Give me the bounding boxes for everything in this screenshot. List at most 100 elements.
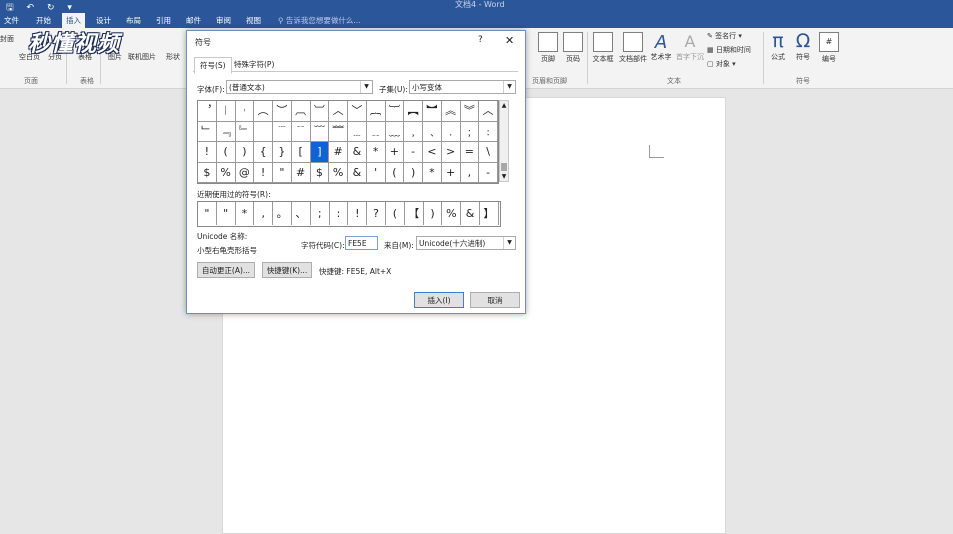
symbol-cell[interactable]: %	[216, 162, 236, 183]
autocorrect-button[interactable]: 自动更正(A)...	[197, 262, 255, 278]
symbol-cell[interactable]: >	[441, 142, 461, 163]
symbol-cell[interactable]: ﹄	[235, 121, 255, 142]
number-button[interactable]: # 编号	[819, 32, 839, 64]
object-button[interactable]: ▢ 对象 ▾	[707, 59, 736, 69]
recent-symbol-cell[interactable]: 】	[480, 202, 499, 225]
signature-line-button[interactable]: ✎ 签名行 ▾	[707, 31, 742, 41]
symbol-cell[interactable]: ︻	[404, 101, 423, 122]
symbol-cell[interactable]: ︺	[310, 101, 330, 122]
char-code-input[interactable]: FE5E	[345, 236, 378, 250]
page-number-button[interactable]: 页码	[563, 32, 583, 64]
symbol-button[interactable]: Ω 符号	[793, 30, 813, 62]
symbol-cell[interactable]: =	[460, 142, 480, 163]
symbol-cell[interactable]: ﹐	[404, 121, 423, 142]
symbol-cell[interactable]: ﹃	[216, 121, 236, 142]
recent-symbol-cell[interactable]: &	[461, 202, 480, 225]
symbol-cell[interactable]: $	[310, 162, 330, 183]
symbol-cell[interactable]: @	[235, 162, 255, 183]
symbol-cell[interactable]: "	[273, 162, 292, 183]
symbol-cell[interactable]: &	[348, 142, 367, 163]
subset-select[interactable]: 小写变体 ▼	[409, 80, 516, 94]
tab-layout[interactable]: 布局	[126, 15, 141, 26]
wordart-button[interactable]: A 艺术字	[649, 32, 673, 62]
symbol-cell[interactable]: *	[366, 142, 386, 163]
online-pictures-button[interactable]: 联机图片	[128, 52, 156, 62]
symbol-cell[interactable]: #	[329, 142, 348, 163]
insert-button[interactable]: 插入(I)	[414, 292, 464, 308]
tell-me-search[interactable]: ⚲ 告诉我您想要做什么...	[278, 15, 361, 26]
drop-cap-button[interactable]: A 首字下沉	[675, 32, 705, 62]
tab-special-characters[interactable]: 特殊字符(P)	[229, 57, 279, 72]
symbol-cell[interactable]: ︶	[273, 101, 292, 122]
symbol-cell[interactable]: ︲	[235, 101, 255, 122]
recent-symbol-cell[interactable]: %	[442, 202, 462, 225]
tab-references[interactable]: 引用	[156, 15, 171, 26]
symbol-cell[interactable]: \	[479, 142, 498, 163]
scroll-down-icon[interactable]: ▼	[500, 172, 508, 181]
symbol-cell[interactable]: ︵	[254, 101, 273, 122]
symbol-cell[interactable]: !	[254, 162, 273, 183]
symbol-cell[interactable]: ﹊	[291, 121, 311, 142]
recent-symbols[interactable]: " " *,。、;:!?(【)% &】	[197, 201, 501, 227]
symbol-cell[interactable]: <	[423, 142, 442, 163]
tab-file[interactable]: 文件	[4, 15, 19, 26]
from-select[interactable]: Unicode(十六进制) ▼	[416, 236, 516, 250]
text-box-button[interactable]: 文本框	[590, 32, 616, 64]
scroll-thumb[interactable]	[501, 163, 507, 171]
symbol-cell[interactable]: ,	[460, 162, 480, 183]
recent-symbol-cell[interactable]: 。	[273, 202, 292, 225]
symbol-grid-scrollbar[interactable]: ▲ ▼	[499, 100, 509, 182]
symbol-cell[interactable]: ︿	[479, 101, 498, 122]
symbol-cell[interactable]: ︱	[216, 101, 236, 122]
recent-symbol-cell[interactable]: :	[330, 202, 349, 225]
cover-page-button[interactable]: 封面	[0, 34, 14, 44]
symbol-cell[interactable]: $	[198, 162, 217, 183]
recent-symbol-cell[interactable]: !	[348, 202, 368, 225]
symbol-cell[interactable]: ︸	[385, 101, 405, 122]
symbol-cell[interactable]: ︷	[366, 101, 386, 122]
symbol-cell[interactable]: {	[254, 142, 273, 163]
tab-mailings[interactable]: 邮件	[186, 15, 201, 26]
recent-symbol-cell[interactable]: ;	[311, 202, 330, 225]
symbol-cell[interactable]: !	[198, 142, 217, 163]
symbol-cell[interactable]: )	[235, 142, 255, 163]
recent-symbol-cell[interactable]: )	[424, 202, 443, 225]
symbol-cell[interactable]: ﹂	[198, 121, 217, 142]
symbol-cell[interactable]: ︼	[423, 101, 442, 122]
tab-review[interactable]: 审阅	[216, 15, 231, 26]
recent-symbol-cell[interactable]: "	[198, 202, 217, 225]
font-select[interactable]: (普通文本) ▼	[226, 80, 373, 94]
recent-symbol-cell[interactable]: *	[236, 202, 255, 225]
footer-button[interactable]: 页脚	[538, 32, 558, 64]
symbol-cell[interactable]: (	[216, 142, 236, 163]
symbol-grid[interactable]: ︐ ︱ ︲ ︵ ︶ ︹ ︺ ︿ ﹀ ︷ ︸ ︻ ︼ ︽ ︾ ︿ ﹂ ﹃ ﹄ ﹉ ﹊ ﹋ ﹌ ﹍ ﹎ ﹏ ﹐ ﹑ ﹒ ﹔ ﹕!(){}[] # &…	[197, 100, 499, 184]
recent-symbol-cell[interactable]: (	[386, 202, 405, 225]
symbol-cell[interactable]: ﹔	[460, 121, 480, 142]
symbol-cell[interactable]: )	[404, 162, 423, 183]
symbol-cell[interactable]: [	[291, 142, 311, 163]
symbol-cell[interactable]: -	[404, 142, 423, 163]
symbol-cell[interactable]: ︿	[329, 101, 348, 122]
symbol-cell[interactable]	[254, 121, 273, 142]
quick-parts-button[interactable]: 文档部件	[618, 32, 648, 64]
symbol-cell[interactable]: ︹	[291, 101, 311, 122]
symbol-cell[interactable]: }	[273, 142, 292, 163]
symbol-cell[interactable]: ﹕	[479, 121, 498, 142]
cancel-button[interactable]: 取消	[470, 292, 520, 308]
symbol-cell[interactable]: ﹎	[366, 121, 386, 142]
symbol-cell[interactable]: ︾	[460, 101, 480, 122]
symbol-cell[interactable]: +	[385, 142, 405, 163]
equation-button[interactable]: π 公式	[768, 30, 788, 62]
symbol-cell[interactable]: ﹑	[423, 121, 442, 142]
date-time-button[interactable]: ▦ 日期和时间	[707, 45, 751, 55]
symbol-cell[interactable]: ]	[310, 142, 330, 163]
symbol-cell[interactable]: *	[423, 162, 442, 183]
symbol-cell[interactable]: ﹌	[329, 121, 348, 142]
shapes-button[interactable]: 形状	[166, 52, 180, 62]
recent-symbol-cell[interactable]: 、	[292, 202, 311, 225]
tab-view[interactable]: 视图	[246, 15, 261, 26]
symbol-cell[interactable]: ︐	[198, 101, 217, 122]
symbol-cell[interactable]: #	[291, 162, 311, 183]
tab-symbols[interactable]: 符号(S)	[194, 57, 232, 74]
shortcut-key-button[interactable]: 快捷键(K)...	[262, 262, 312, 278]
